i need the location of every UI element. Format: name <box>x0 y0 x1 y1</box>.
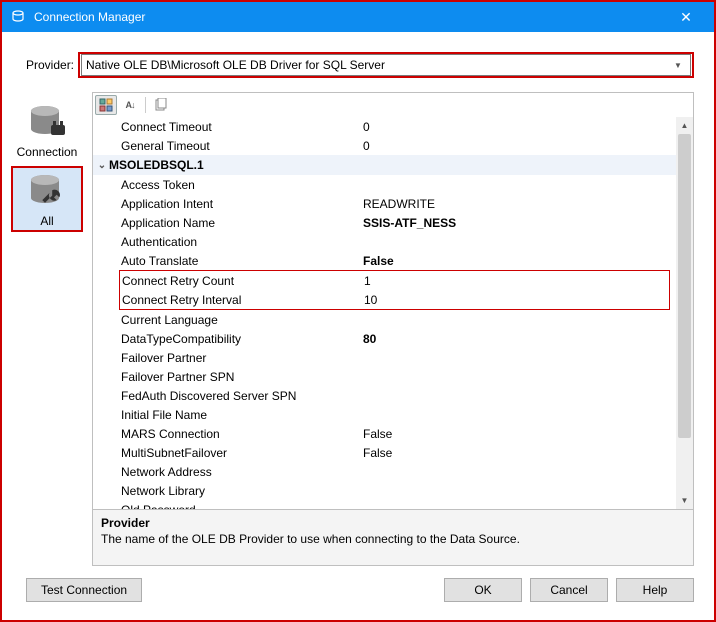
tab-all-label: All <box>40 214 53 228</box>
prop-row: Current Language <box>93 310 676 329</box>
property-grid: A↓ Connect Timeout0 General Timeout0 <box>92 92 694 566</box>
prop-row: Connect Retry Interval10 <box>120 290 669 309</box>
titlebar: Connection Manager ✕ <box>2 2 714 32</box>
provider-value: Native OLE DB\Microsoft OLE DB Driver fo… <box>86 58 385 72</box>
main-area: Connection All <box>2 92 714 566</box>
vertical-scrollbar[interactable]: ▲ ▼ <box>676 117 693 509</box>
provider-highlight: Native OLE DB\Microsoft OLE DB Driver fo… <box>78 52 694 78</box>
dialog-content: Provider: Native OLE DB\Microsoft OLE DB… <box>2 32 714 620</box>
category-header[interactable]: ⌄ MSOLEDBSQL.1 <box>93 155 676 175</box>
prop-row: Application IntentREADWRITE <box>93 194 676 213</box>
prop-row: Authentication <box>93 232 676 251</box>
provider-label: Provider: <box>26 58 78 72</box>
prop-row: Access Token <box>93 175 676 194</box>
prop-row: Failover Partner SPN <box>93 367 676 386</box>
button-row: Test Connection OK Cancel Help <box>2 566 714 620</box>
scroll-down-icon[interactable]: ▼ <box>676 492 693 509</box>
prop-row: General Timeout0 <box>93 136 676 155</box>
close-button[interactable]: ✕ <box>666 2 706 32</box>
prop-row: Failover Partner <box>93 348 676 367</box>
prop-row: FedAuth Discovered Server SPN <box>93 386 676 405</box>
description-text: The name of the OLE DB Provider to use w… <box>101 532 685 546</box>
scroll-up-icon[interactable]: ▲ <box>676 117 693 134</box>
cancel-button[interactable]: Cancel <box>530 578 608 602</box>
grid-scroll-area: Connect Timeout0 General Timeout0 ⌄ MSOL… <box>93 117 676 509</box>
prop-row: Connect Timeout0 <box>93 117 676 136</box>
provider-dropdown[interactable]: Native OLE DB\Microsoft OLE DB Driver fo… <box>81 54 691 76</box>
ok-button[interactable]: OK <box>444 578 522 602</box>
retry-highlight: Connect Retry Count1 Connect Retry Inter… <box>119 270 670 310</box>
toolbar-separator <box>145 97 146 113</box>
scroll-track[interactable] <box>676 134 693 492</box>
tab-connection-label: Connection <box>17 145 78 159</box>
categorized-icon <box>99 98 113 112</box>
prop-row: Old Password <box>93 500 676 509</box>
alpha-icon: A↓ <box>126 100 135 110</box>
prop-row: DataTypeCompatibility80 <box>93 329 676 348</box>
help-button[interactable]: Help <box>616 578 694 602</box>
app-icon <box>10 9 26 25</box>
prop-row: Connect Retry Count1 <box>120 271 669 290</box>
database-wrench-icon <box>23 172 71 212</box>
prop-row: Initial File Name <box>93 405 676 424</box>
collapse-icon: ⌄ <box>95 160 109 171</box>
prop-row: Application NameSSIS-ATF_NESS <box>93 213 676 232</box>
tab-all[interactable]: All <box>11 166 83 232</box>
prop-row: MultiSubnetFailoverFalse <box>93 443 676 462</box>
chevron-down-icon: ▼ <box>670 61 686 70</box>
prop-row: Network Address <box>93 462 676 481</box>
property-pages-button[interactable] <box>150 95 172 115</box>
database-plug-icon <box>23 103 71 143</box>
prop-row: Auto TranslateFalse <box>93 251 676 270</box>
window-title: Connection Manager <box>34 10 666 24</box>
provider-row: Provider: Native OLE DB\Microsoft OLE DB… <box>2 52 714 92</box>
test-connection-button[interactable]: Test Connection <box>26 578 142 602</box>
side-tabs: Connection All <box>2 92 92 566</box>
categorized-button[interactable] <box>95 95 117 115</box>
pages-icon <box>154 98 168 112</box>
tab-connection[interactable]: Connection <box>11 98 83 162</box>
grid-wrap: Connect Timeout0 General Timeout0 ⌄ MSOL… <box>93 117 693 509</box>
description-title: Provider <box>101 516 685 530</box>
description-pane: Provider The name of the OLE DB Provider… <box>93 509 693 565</box>
prop-row: MARS ConnectionFalse <box>93 424 676 443</box>
alphabetical-button[interactable]: A↓ <box>119 95 141 115</box>
scroll-thumb[interactable] <box>678 134 691 438</box>
prop-row: Network Library <box>93 481 676 500</box>
propgrid-toolbar: A↓ <box>93 93 693 117</box>
